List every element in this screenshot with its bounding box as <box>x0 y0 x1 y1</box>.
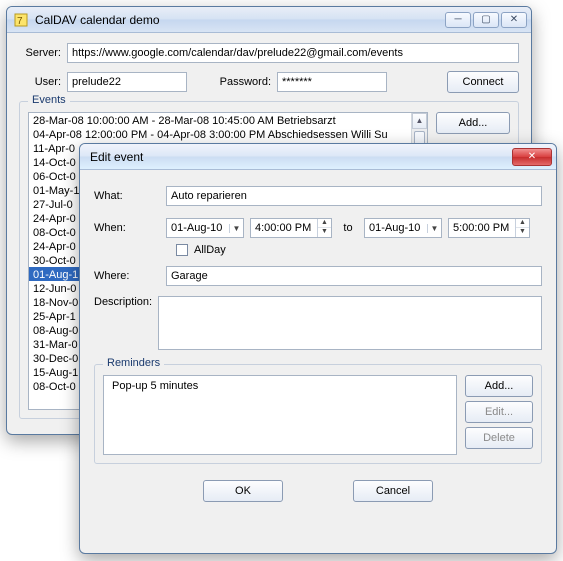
reminder-add-button[interactable]: Add... <box>465 375 533 397</box>
main-titlebar[interactable]: 7 CalDAV calendar demo ─ ▢ ✕ <box>7 7 531 33</box>
start-time-value: 4:00:00 PM <box>251 222 317 234</box>
start-date-value: 01-Aug-10 <box>167 222 229 234</box>
edit-title: Edit event <box>86 150 512 164</box>
reminders-legend: Reminders <box>103 357 164 369</box>
end-time-input[interactable]: 5:00:00 PM ▲▼ <box>448 218 530 238</box>
reminders-group: Reminders Pop-up 5 minutes Add... Edit..… <box>94 364 542 464</box>
reminder-delete-button[interactable]: Delete <box>465 427 533 449</box>
start-date-input[interactable]: 01-Aug-10 ▼ <box>166 218 244 238</box>
close-button[interactable]: ✕ <box>501 12 527 28</box>
end-date-input[interactable]: 01-Aug-10 ▼ <box>364 218 442 238</box>
spin-down-icon[interactable]: ▼ <box>318 228 331 237</box>
ok-button[interactable]: OK <box>203 480 283 502</box>
events-legend: Events <box>28 94 70 106</box>
app-icon: 7 <box>13 12 29 28</box>
reminder-edit-button[interactable]: Edit... <box>465 401 533 423</box>
chevron-down-icon[interactable]: ▼ <box>427 224 441 233</box>
list-item[interactable]: Pop-up 5 minutes <box>108 378 452 392</box>
window-buttons: ─ ▢ ✕ <box>445 12 527 28</box>
allday-label: AllDay <box>194 244 226 256</box>
add-button[interactable]: Add... <box>436 112 510 134</box>
what-input[interactable] <box>166 186 542 206</box>
password-label: Password: <box>209 76 271 88</box>
what-label: What: <box>94 190 160 202</box>
reminders-listbox[interactable]: Pop-up 5 minutes <box>103 375 457 455</box>
where-input[interactable] <box>166 266 542 286</box>
user-label: User: <box>19 76 61 88</box>
edit-client: What: When: 01-Aug-10 ▼ 4:00:00 PM ▲▼ to… <box>80 170 556 514</box>
description-label: Description: <box>94 296 152 308</box>
connect-button[interactable]: Connect <box>447 71 519 93</box>
edit-event-window: Edit event ✕ What: When: 01-Aug-10 ▼ 4:0… <box>79 143 557 554</box>
spin-up-icon[interactable]: ▲ <box>318 219 331 228</box>
to-label: to <box>338 222 358 234</box>
maximize-button[interactable]: ▢ <box>473 12 499 28</box>
svg-text:7: 7 <box>17 16 23 27</box>
user-input[interactable] <box>67 72 187 92</box>
minimize-button[interactable]: ─ <box>445 12 471 28</box>
where-label: Where: <box>94 270 160 282</box>
server-label: Server: <box>19 47 61 59</box>
description-input[interactable] <box>158 296 542 350</box>
server-input[interactable] <box>67 43 519 63</box>
when-label: When: <box>94 222 160 234</box>
allday-checkbox[interactable] <box>176 244 188 256</box>
list-item[interactable]: 04-Apr-08 12:00:00 PM - 04-Apr-08 3:00:0… <box>29 127 411 141</box>
close-button[interactable]: ✕ <box>512 148 552 166</box>
list-item[interactable]: 28-Mar-08 10:00:00 AM - 28-Mar-08 10:45:… <box>29 113 411 127</box>
spin-down-icon[interactable]: ▼ <box>516 228 529 237</box>
cancel-button[interactable]: Cancel <box>353 480 433 502</box>
main-title: CalDAV calendar demo <box>35 13 445 27</box>
edit-titlebar[interactable]: Edit event ✕ <box>80 144 556 170</box>
end-time-value: 5:00:00 PM <box>449 222 515 234</box>
end-date-value: 01-Aug-10 <box>365 222 427 234</box>
start-time-input[interactable]: 4:00:00 PM ▲▼ <box>250 218 332 238</box>
chevron-down-icon[interactable]: ▼ <box>229 224 243 233</box>
password-input[interactable] <box>277 72 387 92</box>
spin-up-icon[interactable]: ▲ <box>516 219 529 228</box>
scroll-up-button[interactable]: ▲ <box>412 113 427 129</box>
